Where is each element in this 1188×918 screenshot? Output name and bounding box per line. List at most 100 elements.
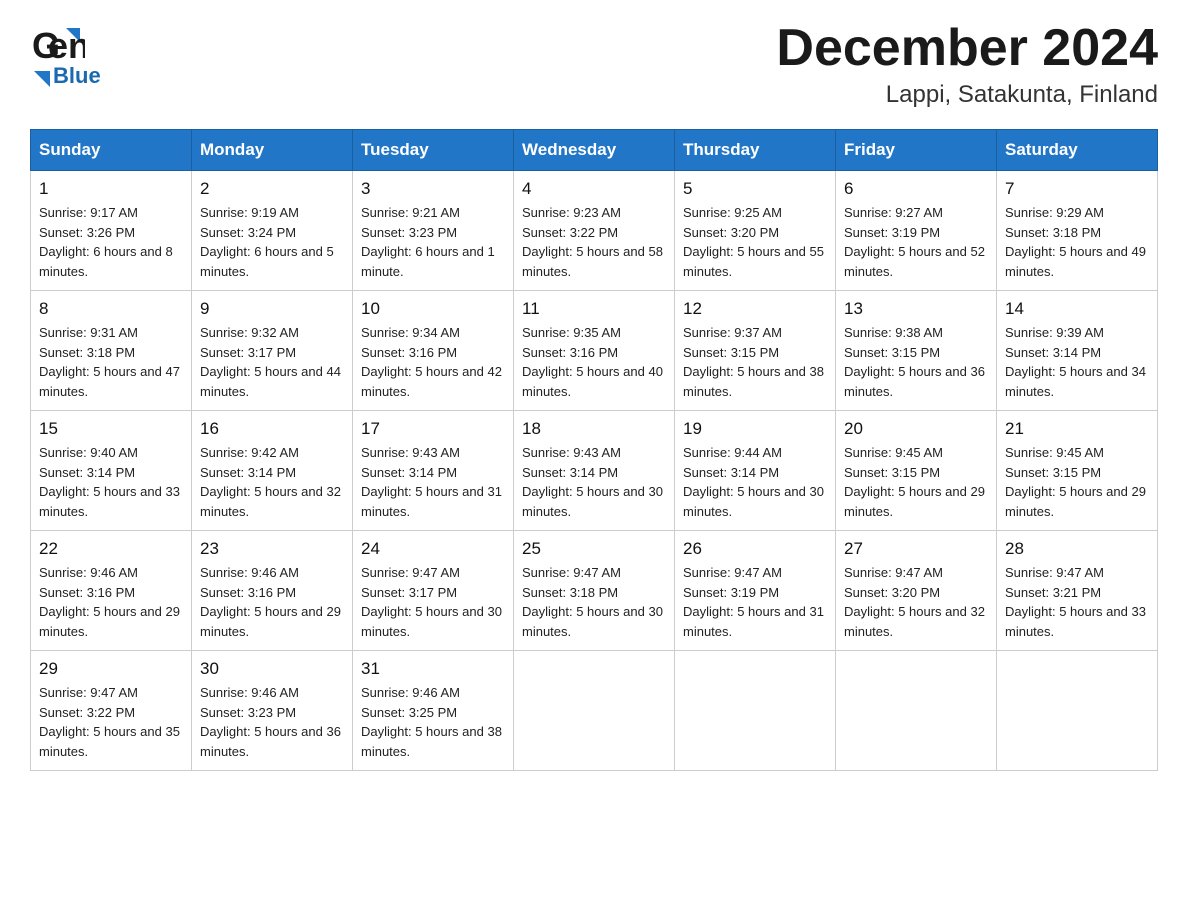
day-number: 19 [683,419,827,439]
day-info: Sunrise: 9:17 AMSunset: 3:26 PMDaylight:… [39,203,183,281]
col-header-wednesday: Wednesday [514,130,675,171]
calendar-cell: 25 Sunrise: 9:47 AMSunset: 3:18 PMDayligh… [514,531,675,651]
day-info: Sunrise: 9:43 AMSunset: 3:14 PMDaylight:… [361,443,505,521]
day-info: Sunrise: 9:45 AMSunset: 3:15 PMDaylight:… [844,443,988,521]
calendar-cell: 3 Sunrise: 9:21 AMSunset: 3:23 PMDaylight… [353,171,514,291]
day-number: 1 [39,179,183,199]
calendar-cell: 5Sunrise: 9:25 AMSunset: 3:20 PMDaylight… [675,171,836,291]
calendar-week-row: 8 Sunrise: 9:31 AMSunset: 3:18 PMDaylight… [31,291,1158,411]
day-info: Sunrise: 9:19 AMSunset: 3:24 PMDaylight:… [200,203,344,281]
calendar-week-row: 29 Sunrise: 9:47 AMSunset: 3:22 PMDayligh… [31,651,1158,771]
day-number: 31 [361,659,505,679]
calendar-cell: 29 Sunrise: 9:47 AMSunset: 3:22 PMDayligh… [31,651,192,771]
day-number: 16 [200,419,344,439]
calendar-cell [514,651,675,771]
day-number: 29 [39,659,183,679]
calendar-week-row: 15 Sunrise: 9:40 AMSunset: 3:14 PMDayligh… [31,411,1158,531]
calendar-cell: 14 Sunrise: 9:39 AMSunset: 3:14 PMDayligh… [997,291,1158,411]
day-info: Sunrise: 9:27 AMSunset: 3:19 PMDaylight:… [844,203,988,281]
calendar-cell: 16 Sunrise: 9:42 AMSunset: 3:14 PMDayligh… [192,411,353,531]
day-number: 22 [39,539,183,559]
calendar-cell: 8 Sunrise: 9:31 AMSunset: 3:18 PMDaylight… [31,291,192,411]
calendar-cell: 28 Sunrise: 9:47 AMSunset: 3:21 PMDayligh… [997,531,1158,651]
day-info: Sunrise: 9:46 AMSunset: 3:23 PMDaylight:… [200,683,344,761]
col-header-saturday: Saturday [997,130,1158,171]
day-number: 25 [522,539,666,559]
calendar-cell: 17Sunrise: 9:43 AMSunset: 3:14 PMDayligh… [353,411,514,531]
day-info: Sunrise: 9:43 AMSunset: 3:14 PMDaylight:… [522,443,666,521]
page-header: G eneral Blue December 2024 Lappi, Satak… [30,20,1158,109]
logo-triangle-icon [34,71,50,87]
day-info: Sunrise: 9:23 AMSunset: 3:22 PMDaylight:… [522,203,666,281]
day-number: 10 [361,299,505,319]
calendar-cell: 13 Sunrise: 9:38 AMSunset: 3:15 PMDayligh… [836,291,997,411]
day-info: Sunrise: 9:47 AMSunset: 3:18 PMDaylight:… [522,563,666,641]
day-info: Sunrise: 9:35 AMSunset: 3:16 PMDaylight:… [522,323,666,401]
day-info: Sunrise: 9:21 AMSunset: 3:23 PMDaylight:… [361,203,505,281]
month-title: December 2024 [776,20,1158,77]
day-info: Sunrise: 9:40 AMSunset: 3:14 PMDaylight:… [39,443,183,521]
day-info: Sunrise: 9:31 AMSunset: 3:18 PMDaylight:… [39,323,183,401]
col-header-thursday: Thursday [675,130,836,171]
calendar-header-row: SundayMondayTuesdayWednesdayThursdayFrid… [31,130,1158,171]
calendar-cell: 18 Sunrise: 9:43 AMSunset: 3:14 PMDayligh… [514,411,675,531]
day-info: Sunrise: 9:45 AMSunset: 3:15 PMDaylight:… [1005,443,1149,521]
col-header-sunday: Sunday [31,130,192,171]
day-number: 4 [522,179,666,199]
day-info: Sunrise: 9:32 AMSunset: 3:17 PMDaylight:… [200,323,344,401]
day-info: Sunrise: 9:47 AMSunset: 3:20 PMDaylight:… [844,563,988,641]
day-number: 20 [844,419,988,439]
day-number: 30 [200,659,344,679]
calendar-cell: 1 Sunrise: 9:17 AMSunset: 3:26 PMDaylight… [31,171,192,291]
calendar-cell: 10 Sunrise: 9:34 AMSunset: 3:16 PMDayligh… [353,291,514,411]
day-number: 14 [1005,299,1149,319]
calendar-cell: 24Sunrise: 9:47 AMSunset: 3:17 PMDayligh… [353,531,514,651]
day-number: 26 [683,539,827,559]
day-info: Sunrise: 9:39 AMSunset: 3:14 PMDaylight:… [1005,323,1149,401]
day-info: Sunrise: 9:46 AMSunset: 3:25 PMDaylight:… [361,683,505,761]
calendar-cell: 15 Sunrise: 9:40 AMSunset: 3:14 PMDayligh… [31,411,192,531]
calendar-cell: 7Sunrise: 9:29 AMSunset: 3:18 PMDaylight… [997,171,1158,291]
day-info: Sunrise: 9:47 AMSunset: 3:19 PMDaylight:… [683,563,827,641]
calendar-cell: 20 Sunrise: 9:45 AMSunset: 3:15 PMDayligh… [836,411,997,531]
day-number: 5 [683,179,827,199]
day-number: 8 [39,299,183,319]
day-number: 11 [522,299,666,319]
calendar-week-row: 1 Sunrise: 9:17 AMSunset: 3:26 PMDaylight… [31,171,1158,291]
calendar-cell: 19Sunrise: 9:44 AMSunset: 3:14 PMDayligh… [675,411,836,531]
day-info: Sunrise: 9:46 AMSunset: 3:16 PMDaylight:… [39,563,183,641]
calendar-week-row: 22 Sunrise: 9:46 AMSunset: 3:16 PMDayligh… [31,531,1158,651]
day-number: 21 [1005,419,1149,439]
calendar-cell: 9 Sunrise: 9:32 AMSunset: 3:17 PMDaylight… [192,291,353,411]
logo-blue-text: Blue [53,63,101,89]
day-number: 2 [200,179,344,199]
calendar-cell [997,651,1158,771]
day-number: 6 [844,179,988,199]
title-block: December 2024 Lappi, Satakunta, Finland [776,20,1158,109]
calendar-cell: 26 Sunrise: 9:47 AMSunset: 3:19 PMDayligh… [675,531,836,651]
day-number: 23 [200,539,344,559]
day-number: 15 [39,419,183,439]
day-info: Sunrise: 9:47 AMSunset: 3:21 PMDaylight:… [1005,563,1149,641]
calendar-cell [675,651,836,771]
day-info: Sunrise: 9:46 AMSunset: 3:16 PMDaylight:… [200,563,344,641]
calendar-cell: 2 Sunrise: 9:19 AMSunset: 3:24 PMDaylight… [192,171,353,291]
day-info: Sunrise: 9:34 AMSunset: 3:16 PMDaylight:… [361,323,505,401]
calendar-table: SundayMondayTuesdayWednesdayThursdayFrid… [30,129,1158,771]
calendar-cell: 23 Sunrise: 9:46 AMSunset: 3:16 PMDayligh… [192,531,353,651]
day-number: 13 [844,299,988,319]
calendar-cell: 11 Sunrise: 9:35 AMSunset: 3:16 PMDayligh… [514,291,675,411]
calendar-cell: 21 Sunrise: 9:45 AMSunset: 3:15 PMDayligh… [997,411,1158,531]
day-number: 7 [1005,179,1149,199]
day-info: Sunrise: 9:47 AMSunset: 3:22 PMDaylight:… [39,683,183,761]
day-info: Sunrise: 9:37 AMSunset: 3:15 PMDaylight:… [683,323,827,401]
calendar-cell: 22 Sunrise: 9:46 AMSunset: 3:16 PMDayligh… [31,531,192,651]
calendar-cell: 27Sunrise: 9:47 AMSunset: 3:20 PMDayligh… [836,531,997,651]
day-number: 28 [1005,539,1149,559]
day-number: 3 [361,179,505,199]
day-number: 18 [522,419,666,439]
col-header-tuesday: Tuesday [353,130,514,171]
day-info: Sunrise: 9:42 AMSunset: 3:14 PMDaylight:… [200,443,344,521]
day-info: Sunrise: 9:38 AMSunset: 3:15 PMDaylight:… [844,323,988,401]
day-number: 9 [200,299,344,319]
